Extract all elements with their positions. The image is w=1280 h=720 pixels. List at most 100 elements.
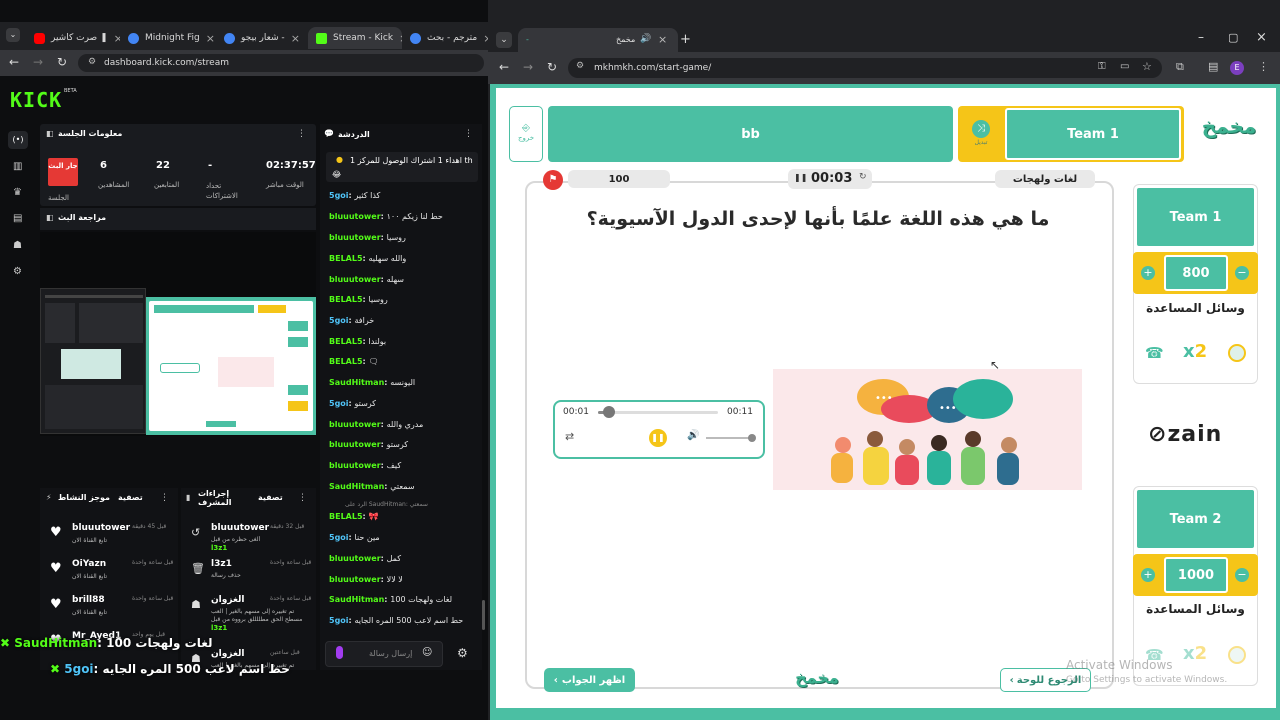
- chat-message[interactable]: SaudHitman: لغات ولهجات 100: [329, 595, 452, 604]
- site-info-icon[interactable]: ⚙: [576, 61, 584, 71]
- close-icon[interactable]: ×: [658, 33, 667, 46]
- mod-username[interactable]: الغزوان: [211, 595, 245, 605]
- cast-icon[interactable]: ▭: [1120, 61, 1129, 72]
- chat-username[interactable]: 5goi: [329, 316, 349, 325]
- show-answer-button[interactable]: ‹ اظهر الجواب: [544, 668, 635, 692]
- new-tab-icon[interactable]: +: [680, 32, 691, 47]
- left-tab-2[interactable]: Midnight Fig ×: [120, 27, 216, 49]
- password-key-icon[interactable]: ⚿: [1098, 61, 1106, 72]
- chat-message[interactable]: bluuutower: كمل: [329, 554, 401, 563]
- chat-message[interactable]: bluuutower: سهله: [329, 275, 404, 284]
- chat-message[interactable]: 5goi: حط اسم لاعب 500 المره الجايه: [329, 616, 463, 625]
- chat-username[interactable]: BELAL5: [329, 512, 363, 521]
- chat-username[interactable]: bluuutower: [329, 212, 381, 221]
- mod-filter-button[interactable]: تصفية: [258, 493, 283, 502]
- bookmark-star-icon[interactable]: ☆: [1142, 60, 1152, 73]
- close-icon[interactable]: ×: [291, 32, 300, 45]
- minimize-icon[interactable]: –: [1198, 30, 1204, 44]
- activity-more-icon[interactable]: ⋮: [160, 493, 169, 503]
- chat-username[interactable]: bluuutower: [329, 233, 381, 242]
- mod-actor[interactable]: l3z1: [211, 544, 227, 552]
- chat-message[interactable]: BELAL5: 🗨: [329, 357, 379, 366]
- reload-icon[interactable]: ↻: [57, 55, 67, 69]
- browser-menu-icon[interactable]: ⋮: [1258, 60, 1269, 73]
- chat-message[interactable]: BELAL5: 🎀: [329, 512, 378, 521]
- chat-username[interactable]: bluuutower: [329, 440, 381, 449]
- chat-username[interactable]: bluuutower: [329, 420, 381, 429]
- stopwatch-icon[interactable]: [1228, 646, 1246, 664]
- profile-avatar[interactable]: E: [1230, 61, 1244, 75]
- activity-filter-button[interactable]: تصفية: [118, 493, 143, 502]
- chat-username[interactable]: 5goi: [329, 191, 349, 200]
- back-icon[interactable]: ←: [499, 60, 509, 74]
- chat-message[interactable]: SaudHitman: اليونسه: [329, 378, 415, 387]
- swap-button[interactable]: ⤨ تبديل: [968, 120, 994, 150]
- left-tab-menu-icon[interactable]: ⌄: [6, 28, 20, 42]
- chat-message[interactable]: 5goi: كذا كثير: [329, 191, 380, 200]
- chat-username[interactable]: BELAL5: [329, 254, 363, 263]
- phone-friend-icon[interactable]: ☎: [1145, 344, 1165, 362]
- chat-username[interactable]: BELAL5: [329, 295, 363, 304]
- session-more-icon[interactable]: ⋮: [297, 129, 306, 139]
- chat-message[interactable]: 5goi: كرستو: [329, 399, 376, 408]
- close-icon[interactable]: ×: [206, 32, 215, 45]
- site-info-icon[interactable]: ⚙: [88, 57, 96, 67]
- mod-username[interactable]: l3z1: [211, 559, 232, 569]
- chat-message[interactable]: bluuutower: روسيا: [329, 233, 406, 242]
- chat-message[interactable]: BELAL5: بولندا: [329, 337, 386, 346]
- audio-volume-thumb[interactable]: [748, 434, 756, 442]
- forward-icon[interactable]: →: [33, 55, 43, 69]
- exit-button[interactable]: ⎆ خروج: [509, 106, 543, 162]
- timer-reset-icon[interactable]: ↻: [859, 172, 867, 182]
- audio-seek-track[interactable]: [598, 411, 718, 414]
- audio-pause-button[interactable]: ❚❚: [649, 429, 667, 447]
- chat-message[interactable]: bluuutower: كرستو: [329, 440, 408, 449]
- mod-more-icon[interactable]: ⋮: [298, 493, 307, 503]
- activity-username[interactable]: brill88: [72, 595, 105, 605]
- chat-message[interactable]: bluuutower: حط لنا زيكم ١٠٠: [329, 212, 443, 221]
- left-tab-4-active[interactable]: Stream - Kick×: [308, 27, 402, 49]
- live-rail-icon[interactable]: (•): [8, 131, 28, 149]
- audio-seek-thumb[interactable]: [602, 406, 615, 418]
- chat-message[interactable]: BELAL5: والله سهليه: [329, 254, 406, 263]
- team2-plus-button[interactable]: +: [1141, 568, 1155, 582]
- team1-minus-button[interactable]: −: [1235, 266, 1249, 280]
- chat-username[interactable]: bluuutower: [329, 461, 381, 470]
- mod-actor[interactable]: l3z1: [211, 624, 227, 632]
- community-rail-icon[interactable]: ☗: [13, 240, 22, 251]
- chat-message[interactable]: 5goi: مين حنا: [329, 533, 380, 542]
- chat-username[interactable]: SaudHitman: [329, 595, 384, 604]
- library-rail-icon[interactable]: ▤: [13, 213, 22, 224]
- chat-message[interactable]: bluuutower: مدري والله: [329, 420, 423, 429]
- reload-icon[interactable]: ↻: [547, 60, 557, 74]
- left-tab-3[interactable]: شعار بيجو - ×: [216, 27, 308, 49]
- kick-logo[interactable]: KICK: [10, 88, 62, 112]
- flag-report-icon[interactable]: ⚑: [543, 170, 563, 190]
- left-tab-5[interactable]: مترجم - بحث ×: [402, 27, 488, 49]
- chat-username[interactable]: bluuutower: [329, 575, 381, 584]
- double-points-icon[interactable]: x2: [1183, 341, 1207, 362]
- audio-repeat-icon[interactable]: ⇄: [565, 430, 574, 443]
- chat-username[interactable]: SaudHitman: [329, 378, 384, 387]
- team-a-bar[interactable]: Team 1: [1005, 108, 1181, 160]
- right-tab-menu-icon[interactable]: ⌄: [496, 32, 512, 48]
- left-tab-1[interactable]: صرت كاشير ❚ ×: [26, 27, 120, 49]
- forward-icon[interactable]: →: [523, 60, 533, 74]
- chat-more-icon[interactable]: ⋮: [464, 129, 473, 139]
- chat-username[interactable]: bluuutower: [329, 554, 381, 563]
- audio-volume-track[interactable]: [706, 437, 752, 439]
- settings-rail-icon[interactable]: ⚙: [13, 266, 22, 277]
- stopwatch-icon[interactable]: [1228, 344, 1246, 362]
- chat-username[interactable]: BELAL5: [329, 337, 363, 346]
- timer-pause-icon[interactable]: ❚❚: [794, 173, 807, 182]
- team-b-bar[interactable]: bb: [548, 106, 953, 162]
- chat-username[interactable]: bluuutower: [329, 275, 381, 284]
- chat-username[interactable]: 5goi: [329, 399, 349, 408]
- mod-username[interactable]: الغزوان: [211, 649, 245, 659]
- chat-message[interactable]: 5goi: خرافة: [329, 316, 374, 325]
- team1-plus-button[interactable]: +: [1141, 266, 1155, 280]
- activity-username[interactable]: OiYazn: [72, 559, 106, 569]
- chat-settings-icon[interactable]: ⚙: [457, 646, 468, 660]
- chat-username[interactable]: 5goi: [329, 616, 349, 625]
- mic-icon[interactable]: [336, 646, 343, 659]
